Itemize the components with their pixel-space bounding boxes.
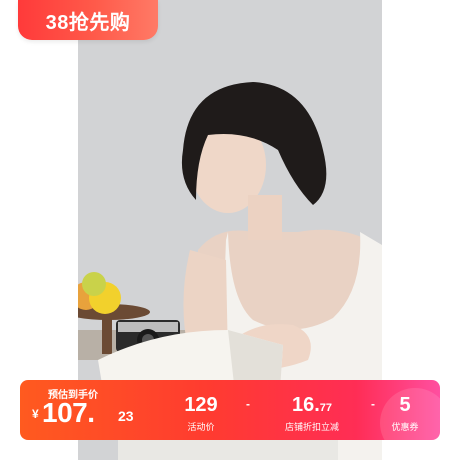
store-discount: 16.77 店铺折扣立减 <box>266 380 358 440</box>
store-discount-value: 16.77 <box>266 394 358 417</box>
minus-operator: - <box>246 397 250 411</box>
estimated-price-integer: 107. <box>42 397 95 428</box>
promo-tag: 38抢先购 <box>18 0 158 40</box>
price-banner: 预估到手价 ¥ 107. 23 129 活动价 - 16.77 店铺折扣立减 -… <box>20 380 440 440</box>
activity-price-value: 129 <box>184 394 218 416</box>
coupon: 5 优惠券 <box>380 380 430 440</box>
store-discount-main: 16. <box>291 394 320 416</box>
coupon-caption: 优惠券 <box>391 422 419 432</box>
currency-symbol: ¥ <box>32 407 39 421</box>
coupon-value: 5 <box>399 394 411 416</box>
store-discount-small: 77 <box>319 402 333 414</box>
estimated-price-decimal: 23 <box>118 408 134 424</box>
activity-price: 129 活动价 <box>168 380 234 440</box>
activity-price-caption: 活动价 <box>187 422 215 432</box>
store-discount-caption: 店铺折扣立减 <box>284 422 339 432</box>
minus-operator: - <box>371 397 375 411</box>
estimated-price: 预估到手价 ¥ 107. 23 <box>20 380 150 440</box>
promo-tag-label: 38抢先购 <box>45 11 131 34</box>
